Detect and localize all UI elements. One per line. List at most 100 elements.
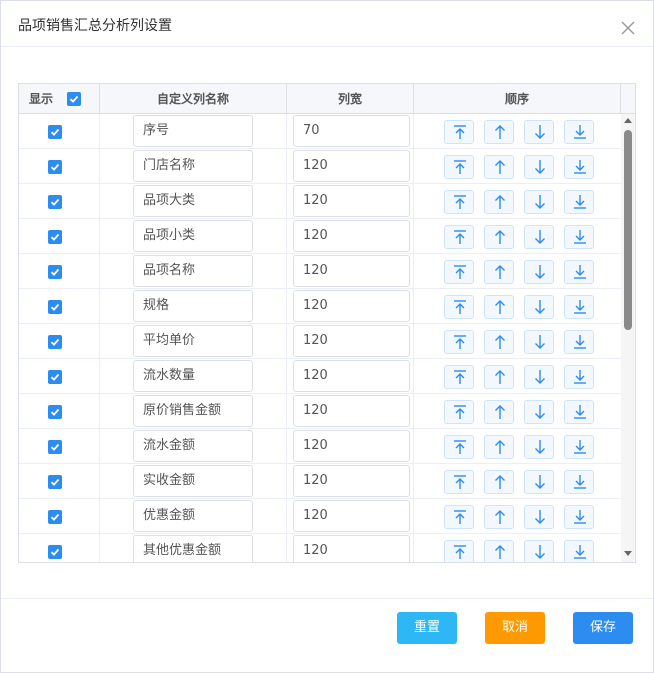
move-down-button[interactable] [524,155,554,179]
show-checkbox[interactable] [48,545,62,559]
scroll-up-arrow-icon[interactable] [624,118,632,123]
move-down-button[interactable] [524,330,554,354]
move-to-bottom-button[interactable] [564,330,594,354]
column-name-input[interactable]: 原价销售金额 [133,395,253,427]
move-to-bottom-button[interactable] [564,260,594,284]
column-width-input[interactable]: 120 [293,150,410,182]
move-to-top-button[interactable] [444,190,474,214]
move-up-button[interactable] [484,435,514,459]
column-width-input[interactable]: 70 [293,115,410,147]
move-to-top-button[interactable] [444,295,474,319]
show-checkbox[interactable] [48,160,62,174]
move-to-bottom-button[interactable] [564,155,594,179]
move-to-top-button[interactable] [444,155,474,179]
close-button[interactable] [618,18,638,38]
move-up-button[interactable] [484,225,514,249]
show-checkbox[interactable] [48,475,62,489]
column-name-input[interactable]: 平均单价 [133,325,253,357]
move-to-top-button[interactable] [444,365,474,389]
move-to-bottom-button[interactable] [564,225,594,249]
column-name-input[interactable]: 流水金额 [133,430,253,462]
move-up-button[interactable] [484,155,514,179]
move-down-button[interactable] [524,295,554,319]
move-up-button[interactable] [484,400,514,424]
column-width-input[interactable]: 120 [293,500,410,532]
show-checkbox[interactable] [48,300,62,314]
column-width-input[interactable]: 120 [293,255,410,287]
move-to-bottom-button[interactable] [564,505,594,529]
move-down-button[interactable] [524,505,554,529]
move-to-top-button[interactable] [444,540,474,562]
column-width-input[interactable]: 120 [293,325,410,357]
column-width-input[interactable]: 120 [293,220,410,252]
show-checkbox[interactable] [48,370,62,384]
column-name-input[interactable]: 门店名称 [133,150,253,182]
move-up-button[interactable] [484,295,514,319]
show-checkbox[interactable] [48,125,62,139]
move-down-button[interactable] [524,260,554,284]
column-width-input[interactable]: 120 [293,535,410,562]
move-to-bottom-button[interactable] [564,365,594,389]
move-down-button[interactable] [524,225,554,249]
show-checkbox[interactable] [48,230,62,244]
move-to-bottom-button[interactable] [564,470,594,494]
move-down-button[interactable] [524,400,554,424]
save-button[interactable]: 保存 [573,612,633,644]
move-to-top-button[interactable] [444,330,474,354]
column-name-input[interactable]: 品项名称 [133,255,253,287]
column-name-input[interactable]: 品项大类 [133,185,253,217]
move-to-top-button[interactable] [444,505,474,529]
move-to-bottom-button[interactable] [564,435,594,459]
column-name-input[interactable]: 序号 [133,115,253,147]
move-to-top-button[interactable] [444,120,474,144]
select-all-checkbox[interactable] [67,92,81,106]
move-to-top-button[interactable] [444,400,474,424]
column-name-input[interactable]: 规格 [133,290,253,322]
move-up-button[interactable] [484,120,514,144]
move-up-button[interactable] [484,505,514,529]
move-to-bottom-button[interactable] [564,120,594,144]
show-checkbox[interactable] [48,510,62,524]
move-to-bottom-button[interactable] [564,400,594,424]
move-down-button[interactable] [524,435,554,459]
scroll-down-arrow-icon[interactable] [624,551,632,556]
move-to-top-button[interactable] [444,435,474,459]
move-down-button[interactable] [524,120,554,144]
column-width-input[interactable]: 120 [293,395,410,427]
column-width-input[interactable]: 120 [293,465,410,497]
move-down-button[interactable] [524,190,554,214]
scrollbar-thumb[interactable] [624,130,632,330]
column-width-input[interactable]: 120 [293,290,410,322]
move-down-button[interactable] [524,470,554,494]
vertical-scrollbar[interactable] [621,114,635,562]
column-name-input[interactable]: 品项小类 [133,220,253,252]
move-up-button[interactable] [484,365,514,389]
column-width-input[interactable]: 120 [293,430,410,462]
column-width-input[interactable]: 120 [293,185,410,217]
cancel-button[interactable]: 取消 [485,612,545,644]
move-to-bottom-button[interactable] [564,190,594,214]
show-checkbox[interactable] [48,265,62,279]
column-name-input[interactable]: 实收金额 [133,465,253,497]
column-name-input[interactable]: 优惠金额 [133,500,253,532]
move-up-button[interactable] [484,330,514,354]
show-checkbox[interactable] [48,335,62,349]
move-to-bottom-button[interactable] [564,295,594,319]
move-to-top-button[interactable] [444,470,474,494]
show-checkbox[interactable] [48,440,62,454]
move-to-bottom-button[interactable] [564,540,594,562]
column-name-input[interactable]: 流水数量 [133,360,253,392]
move-down-button[interactable] [524,540,554,562]
move-down-button[interactable] [524,365,554,389]
move-up-button[interactable] [484,540,514,562]
move-up-button[interactable] [484,190,514,214]
move-to-top-button[interactable] [444,260,474,284]
show-checkbox[interactable] [48,405,62,419]
move-to-top-button[interactable] [444,225,474,249]
show-checkbox[interactable] [48,195,62,209]
column-name-input[interactable]: 其他优惠金额 [133,535,253,562]
move-up-button[interactable] [484,470,514,494]
column-width-input[interactable]: 120 [293,360,410,392]
move-up-button[interactable] [484,260,514,284]
reset-button[interactable]: 重置 [397,612,457,644]
